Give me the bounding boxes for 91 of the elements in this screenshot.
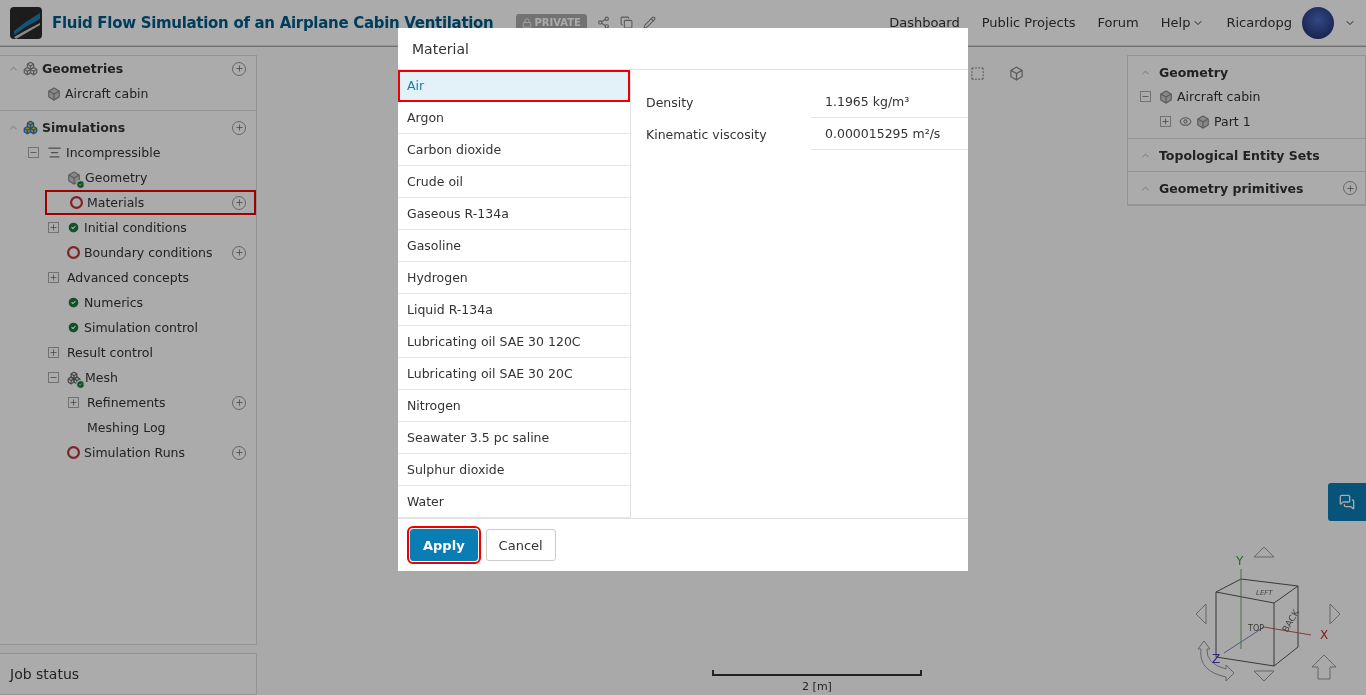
tree-label[interactable]: Simulation control: [84, 320, 246, 335]
material-item[interactable]: Air: [398, 70, 630, 102]
rotate-icon[interactable]: [1197, 640, 1235, 682]
tree-label[interactable]: Result control: [67, 345, 246, 360]
panel-title[interactable]: Topological Entity Sets: [1159, 147, 1357, 163]
lines-icon: [47, 145, 62, 160]
plus-icon: [234, 248, 244, 257]
property-value: 1.1965 kg/m³: [811, 86, 968, 118]
chat-button[interactable]: [1328, 483, 1366, 521]
add-button[interactable]: [232, 445, 246, 460]
nav-link[interactable]: Help: [1160, 15, 1205, 30]
logo-icon[interactable]: [10, 6, 42, 39]
right-arrow-icon[interactable]: [1329, 603, 1341, 625]
tree-label[interactable]: Incompressible: [66, 145, 246, 160]
tree-label[interactable]: Boundary conditions: [84, 245, 228, 260]
expand-toggle[interactable]: [48, 272, 59, 283]
tree-label[interactable]: Part 1: [1214, 114, 1347, 129]
cubes-icon: [23, 61, 38, 76]
tree-label[interactable]: Mesh: [85, 370, 246, 385]
expand-toggle[interactable]: [48, 347, 59, 358]
property-value: 0.000015295 m²/s: [811, 118, 968, 150]
plus-icon: [234, 64, 244, 73]
left-arrow-icon[interactable]: [1195, 603, 1207, 625]
panel-title[interactable]: Geometry: [1159, 64, 1357, 80]
add-button[interactable]: [232, 245, 246, 260]
axis-label: X: [1320, 628, 1329, 642]
axis-label: Z: [1212, 652, 1221, 666]
cube-icon: [67, 170, 81, 185]
add-button[interactable]: [232, 395, 246, 410]
nav-link[interactable]: Public Projects: [981, 15, 1076, 30]
user-name[interactable]: Ricardopg: [1226, 15, 1292, 30]
down-arrow-icon[interactable]: [1253, 670, 1275, 682]
plus-icon: [234, 123, 244, 132]
copy-icon[interactable]: [619, 16, 633, 29]
mesh-icon: [67, 370, 81, 385]
nav-link[interactable]: Forum: [1097, 15, 1139, 30]
eye-icon[interactable]: [1179, 115, 1192, 128]
tree-label[interactable]: Materials: [87, 195, 228, 210]
expand-toggle[interactable]: [68, 397, 79, 408]
chat-icon: [1339, 494, 1355, 510]
cube-icon: [47, 86, 61, 101]
tree-label[interactable]: Geometries: [42, 61, 228, 76]
up-arrow-icon[interactable]: [1253, 546, 1275, 558]
expand-toggle[interactable]: [28, 147, 39, 158]
cubes-icon: [23, 120, 38, 135]
cancel-button[interactable]: Cancel: [485, 529, 556, 561]
plus-icon: [1345, 183, 1355, 193]
panel-title: Job status: [10, 666, 80, 682]
add-button[interactable]: [1343, 181, 1357, 195]
property-name: Density: [645, 94, 695, 110]
user-avatar[interactable]: [1302, 6, 1334, 39]
tree-label[interactable]: Advanced concepts: [67, 270, 246, 285]
tree-label[interactable]: Meshing Log: [87, 420, 246, 435]
add-button[interactable]: [232, 195, 246, 210]
tree-label[interactable]: Numerics: [84, 295, 246, 310]
add-button[interactable]: [232, 61, 246, 76]
plus-icon: [49, 223, 58, 232]
plus-icon: [49, 348, 58, 357]
property-name: Kinematic viscosity: [645, 126, 768, 142]
plus-icon: [234, 448, 244, 457]
expand-toggle[interactable]: [1140, 91, 1151, 102]
add-button[interactable]: [232, 120, 246, 135]
axis-label: Y: [1236, 554, 1244, 568]
tree-label[interactable]: Simulation Runs: [84, 445, 228, 460]
edit-icon[interactable]: [642, 16, 656, 29]
cube-icon[interactable]: [1009, 66, 1024, 81]
cube-icon: [1159, 89, 1173, 104]
tree-label[interactable]: Refinements: [87, 395, 228, 410]
tree-item-highlight[interactable]: Materials: [45, 190, 256, 215]
share-icon[interactable]: [596, 16, 610, 29]
tree-label[interactable]: Simulations: [42, 120, 228, 135]
plus-icon: [69, 398, 78, 407]
box-select-icon[interactable]: [970, 66, 985, 81]
panel-title[interactable]: Geometry primitives: [1159, 180, 1335, 196]
cube-icon: [1196, 114, 1210, 129]
tree-label[interactable]: Aircraft cabin: [65, 86, 246, 101]
expand-toggle[interactable]: [1160, 116, 1171, 127]
tree-label[interactable]: Initial conditions: [84, 220, 246, 235]
tree-label[interactable]: Geometry: [85, 170, 246, 185]
expand-toggle[interactable]: [48, 372, 59, 383]
plus-icon: [49, 273, 58, 282]
nav-link[interactable]: Dashboard: [889, 15, 960, 30]
apply-button[interactable]: Apply: [410, 529, 478, 561]
expand-toggle[interactable]: [48, 222, 59, 233]
plus-icon: [234, 198, 244, 207]
plus-icon: [234, 398, 244, 407]
tree-label[interactable]: Aircraft cabin: [1177, 89, 1347, 104]
scale-label: 2 [m]: [802, 680, 832, 693]
plus-icon: [1161, 117, 1170, 126]
home-icon[interactable]: [1311, 654, 1337, 680]
face-label: TOP: [1248, 624, 1264, 633]
